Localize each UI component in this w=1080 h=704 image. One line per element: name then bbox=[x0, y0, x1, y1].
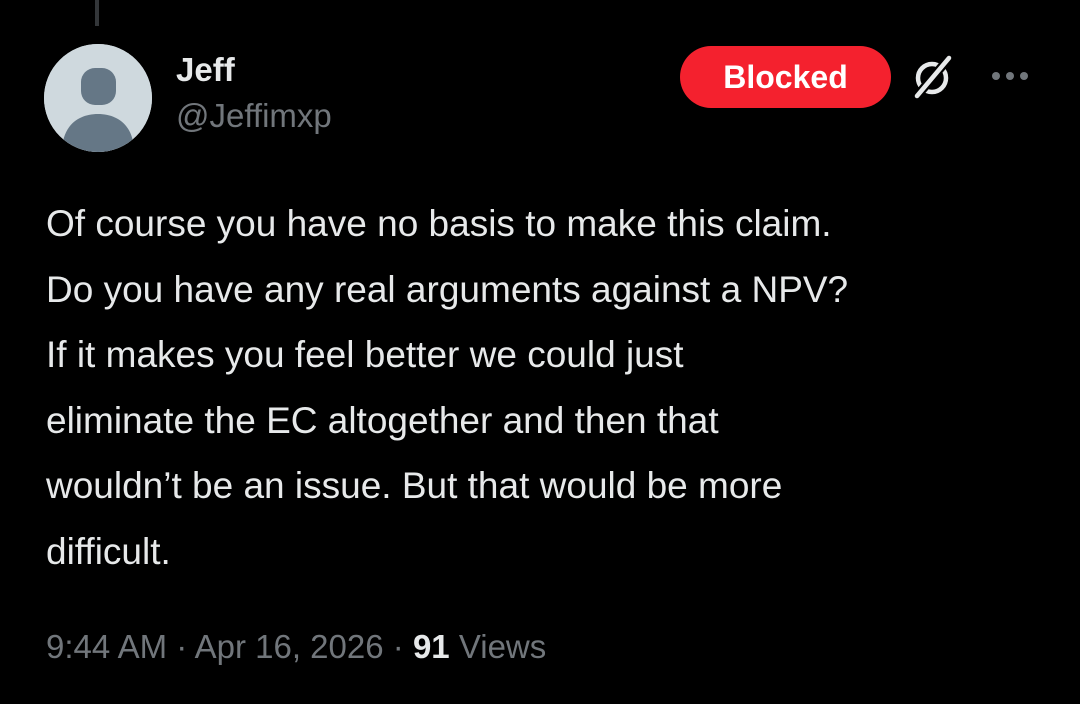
grok-icon[interactable] bbox=[908, 52, 958, 102]
more-dots-icon[interactable] bbox=[986, 64, 1034, 88]
thread-connector-line bbox=[95, 0, 99, 26]
tweet-time[interactable]: 9:44 AM bbox=[46, 628, 167, 665]
tweet-metadata: 9:44 AM · Apr 16, 2026 · 91 Views bbox=[46, 622, 546, 672]
default-avatar-icon bbox=[44, 44, 152, 152]
views-link[interactable]: 91 Views bbox=[413, 628, 546, 665]
grok-glyph bbox=[912, 53, 954, 101]
blocked-button[interactable]: Blocked bbox=[680, 46, 891, 108]
views-label: Views bbox=[458, 628, 547, 665]
user-handle[interactable]: @Jeffimxp bbox=[176, 96, 332, 136]
user-info: Jeff @Jeffimxp bbox=[176, 50, 332, 136]
more-dots-glyph bbox=[992, 72, 1028, 80]
views-count: 91 bbox=[412, 628, 450, 665]
tweet-date[interactable]: Apr 16, 2026 bbox=[195, 628, 384, 665]
meta-separator: · bbox=[392, 628, 404, 665]
tweet-text: Of course you have no basis to make this… bbox=[46, 203, 849, 572]
display-name[interactable]: Jeff bbox=[176, 50, 332, 90]
meta-separator: · bbox=[176, 628, 188, 665]
avatar[interactable] bbox=[44, 44, 152, 152]
